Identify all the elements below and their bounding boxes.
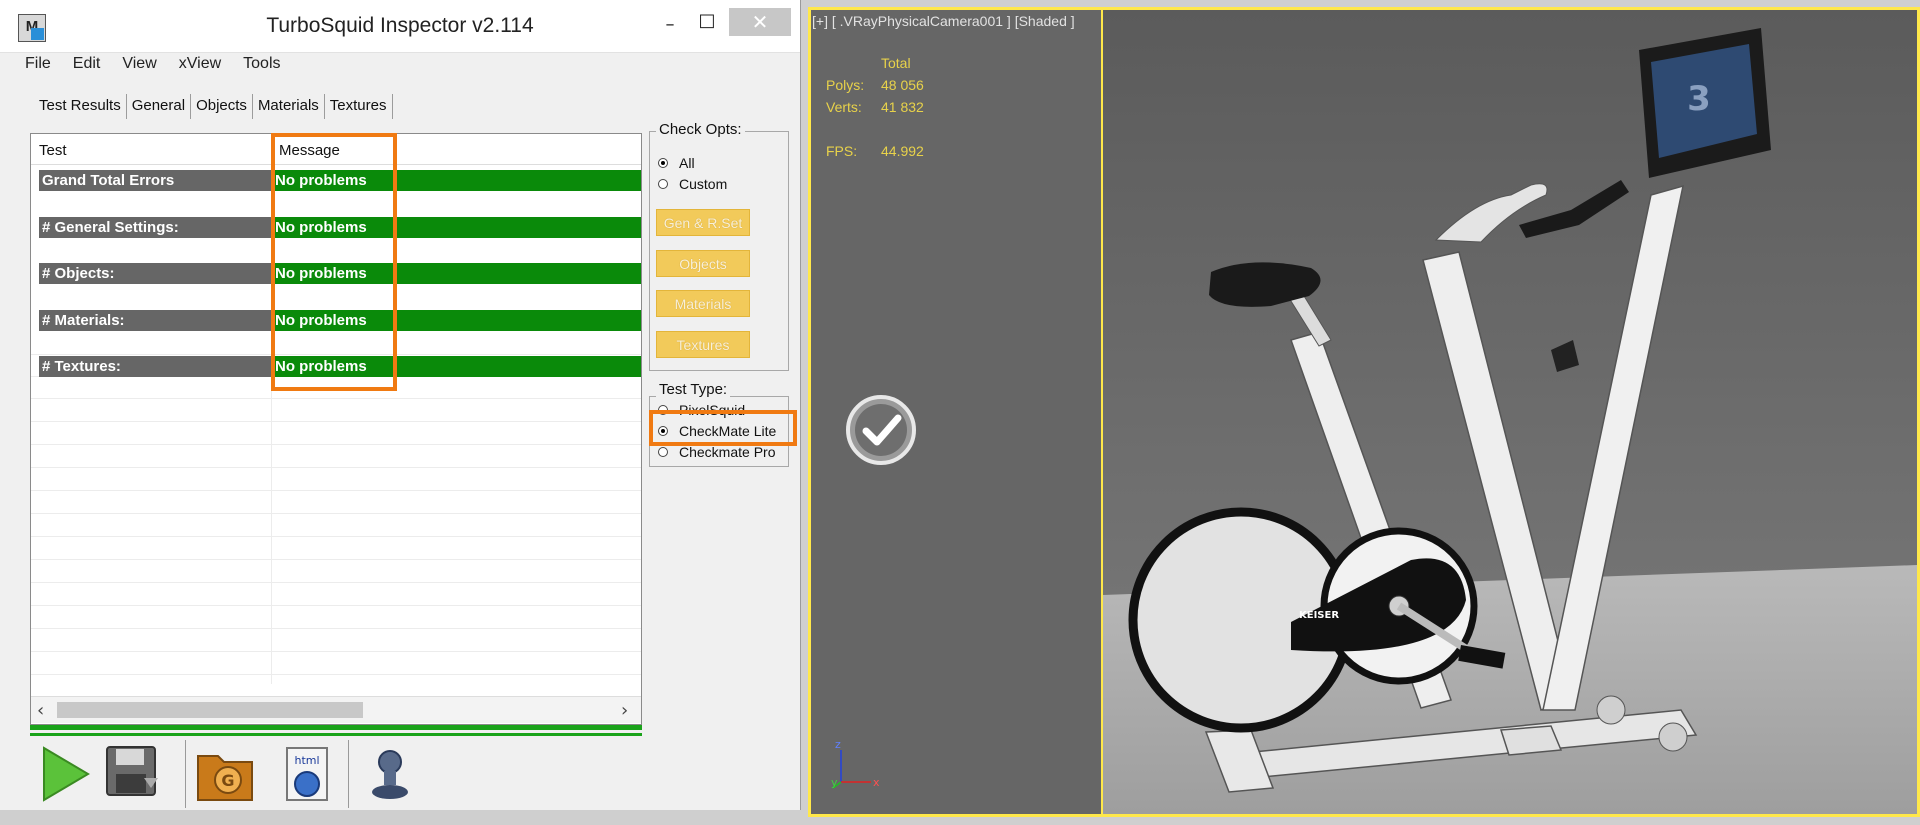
toolbar-separator (185, 740, 186, 808)
test-type-label: Test Type: (656, 381, 731, 398)
folder-icon[interactable]: G (194, 744, 258, 809)
svg-text:G: G (221, 771, 234, 790)
tab-strip: Test Results General Objects Materials T… (34, 94, 393, 120)
test-cell: # Objects: (39, 263, 271, 284)
bike-brand-label: KEISER (1299, 610, 1339, 621)
grid-line (31, 444, 641, 445)
grid-line (31, 398, 641, 399)
test-cell: # General Settings: (39, 217, 271, 238)
radio-all-label[interactable]: All (679, 155, 695, 171)
check-opts-label: Check Opts: (656, 121, 745, 138)
gen-rset-button[interactable]: Gen & R.Set (656, 209, 750, 236)
radio-all[interactable] (658, 158, 668, 168)
horizontal-scrollbar[interactable]: ‹ › (31, 696, 641, 723)
textures-button[interactable]: Textures (656, 331, 750, 358)
tab-general[interactable]: General (127, 94, 192, 119)
grid-line (31, 628, 641, 629)
objects-button[interactable]: Objects (656, 250, 750, 277)
grid-line (31, 651, 641, 652)
menu-bar: File Edit View xView Tools (14, 53, 800, 77)
tab-textures[interactable]: Textures (325, 94, 393, 119)
viewport-scene: KEISER 3 z y x (811, 10, 1917, 814)
menu-view[interactable]: View (111, 53, 167, 73)
grid-line (31, 582, 641, 583)
title-bar[interactable]: M TurboSquid Inspector v2.114 – □ ✕ (0, 0, 800, 53)
axis-x-label: x (873, 776, 880, 789)
grid-line (31, 467, 641, 468)
grid-line (31, 559, 641, 560)
test-cell: Grand Total Errors (39, 170, 271, 191)
viewport-label[interactable]: [+] [ .VRayPhysicalCamera001 ] [Shaded ] (812, 13, 1075, 29)
grid-line (31, 605, 641, 606)
close-button[interactable]: ✕ (729, 8, 791, 36)
checkmate-lite-highlight (649, 410, 797, 446)
tab-objects[interactable]: Objects (191, 94, 253, 119)
viewport[interactable]: KEISER 3 z y x (808, 7, 1920, 817)
axis-z-label: z (835, 738, 841, 751)
progress-bar (30, 725, 642, 730)
stats-polys-value: 48 056 (881, 77, 924, 93)
tab-materials[interactable]: Materials (253, 94, 325, 119)
axis-y-label: y (831, 776, 838, 789)
scrollbar-thumb[interactable] (57, 702, 363, 718)
monitor-number: 3 (1687, 79, 1711, 119)
inspector-window: M TurboSquid Inspector v2.114 – □ ✕ File… (0, 0, 801, 810)
minimize-button[interactable]: – (656, 14, 684, 36)
grid-line (31, 513, 641, 514)
scroll-left-icon[interactable]: ‹ (37, 700, 44, 721)
toolbar-separator (348, 740, 349, 808)
test-cell: # Materials: (39, 310, 271, 331)
stamp-icon[interactable] (366, 744, 416, 809)
html-icon[interactable]: html (283, 744, 333, 809)
stats-total-header: Total (881, 55, 911, 71)
grid-line (31, 536, 641, 537)
grid-line (31, 421, 641, 422)
check-badge-icon (846, 395, 916, 465)
menu-file[interactable]: File (14, 53, 62, 73)
scroll-right-icon[interactable]: › (621, 700, 628, 721)
stats-polys-label: Polys: (826, 77, 865, 93)
progress-bar-underline (30, 733, 642, 736)
tab-test-results[interactable]: Test Results (34, 94, 127, 119)
stats-verts-label: Verts: (826, 99, 862, 115)
stats-fps-value: 44.992 (881, 143, 924, 159)
column-header-test[interactable]: Test (39, 142, 67, 159)
maximize-button[interactable]: □ (693, 10, 721, 32)
radio-custom[interactable] (658, 179, 668, 189)
svg-text:html: html (294, 754, 319, 767)
radio-checkmate-pro[interactable] (658, 447, 668, 457)
radio-checkmate-pro-label[interactable]: Checkmate Pro (679, 444, 775, 460)
grid-line (31, 490, 641, 491)
grid-line (31, 674, 641, 675)
menu-xview[interactable]: xView (168, 53, 232, 73)
menu-tools[interactable]: Tools (232, 53, 291, 73)
save-icon[interactable] (104, 744, 160, 805)
stats-verts-value: 41 832 (881, 99, 924, 115)
menu-edit[interactable]: Edit (62, 53, 112, 73)
materials-button[interactable]: Materials (656, 290, 750, 317)
radio-custom-label[interactable]: Custom (679, 176, 727, 192)
message-column-highlight (271, 133, 397, 391)
stats-fps-label: FPS: (826, 143, 858, 159)
play-icon[interactable] (40, 744, 92, 809)
test-cell: # Textures: (39, 356, 271, 377)
